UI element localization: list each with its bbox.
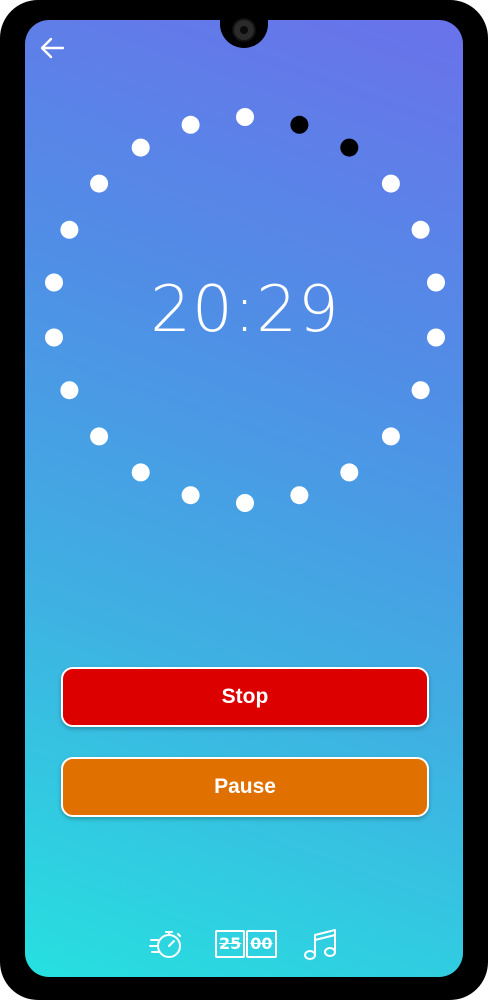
stop-button-label: Stop bbox=[221, 685, 269, 708]
music-note-icon[interactable] bbox=[302, 926, 340, 964]
timer-display: 20:29 bbox=[150, 273, 340, 347]
clock-minutes: 25 bbox=[215, 930, 246, 958]
pause-button[interactable]: Pause bbox=[61, 757, 429, 817]
session-length-widget[interactable]: 25 00 bbox=[215, 930, 277, 958]
clock-seconds: 00 bbox=[246, 930, 277, 958]
phone-frame: 20:29 Stop Pause 25 00 bbox=[0, 0, 488, 1000]
pause-button-label: Pause bbox=[214, 775, 276, 798]
back-arrow-icon[interactable] bbox=[37, 33, 67, 63]
app-screen bbox=[25, 20, 463, 977]
camera-icon bbox=[232, 18, 256, 42]
stop-button[interactable]: Stop bbox=[61, 667, 429, 727]
stopwatch-icon[interactable] bbox=[148, 926, 184, 962]
